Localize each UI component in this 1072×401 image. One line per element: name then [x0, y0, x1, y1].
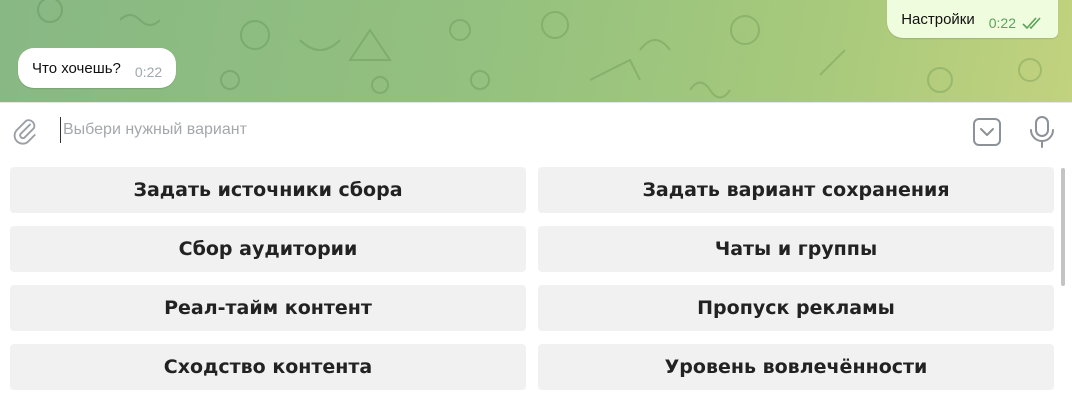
keyboard-button-content-similarity[interactable]: Сходство контента [10, 344, 526, 390]
keyboard-button-chats-groups[interactable]: Чаты и группы [538, 226, 1054, 272]
keyboard-button-audience-collection[interactable]: Сбор аудитории [10, 226, 526, 272]
outgoing-message[interactable]: Настройки 0:22 [887, 0, 1058, 38]
keyboard-button-save-option[interactable]: Задать вариант сохранения [538, 167, 1054, 213]
keyboard-button-collection-sources[interactable]: Задать источники сбора [10, 167, 526, 213]
message-input[interactable] [60, 117, 943, 143]
microphone-icon[interactable] [1028, 115, 1056, 149]
message-time: 0:22 [988, 15, 1016, 31]
keyboard-button-realtime-content[interactable]: Реал-тайм контент [10, 285, 526, 331]
message-composer [0, 102, 1072, 159]
keyboard-toggle-icon[interactable] [972, 117, 1002, 147]
keyboard-scrollbar[interactable] [1061, 168, 1065, 286]
message-text: Настройки [901, 10, 975, 28]
message-text: Что хочешь? [32, 59, 121, 77]
incoming-message[interactable]: Что хочешь? 0:22 [18, 48, 177, 88]
paperclip-icon[interactable] [12, 117, 42, 147]
reply-keyboard: Задать источники сбора Задать вариант со… [0, 158, 1072, 401]
double-check-icon [1022, 8, 1044, 30]
message-time: 0:22 [134, 64, 163, 80]
keyboard-button-skip-ads[interactable]: Пропуск рекламы [538, 285, 1054, 331]
chat-history: Настройки 0:22 Что хочешь? 0:22 [0, 0, 1072, 102]
keyboard-button-engagement-level[interactable]: Уровень вовлечённости [538, 344, 1054, 390]
